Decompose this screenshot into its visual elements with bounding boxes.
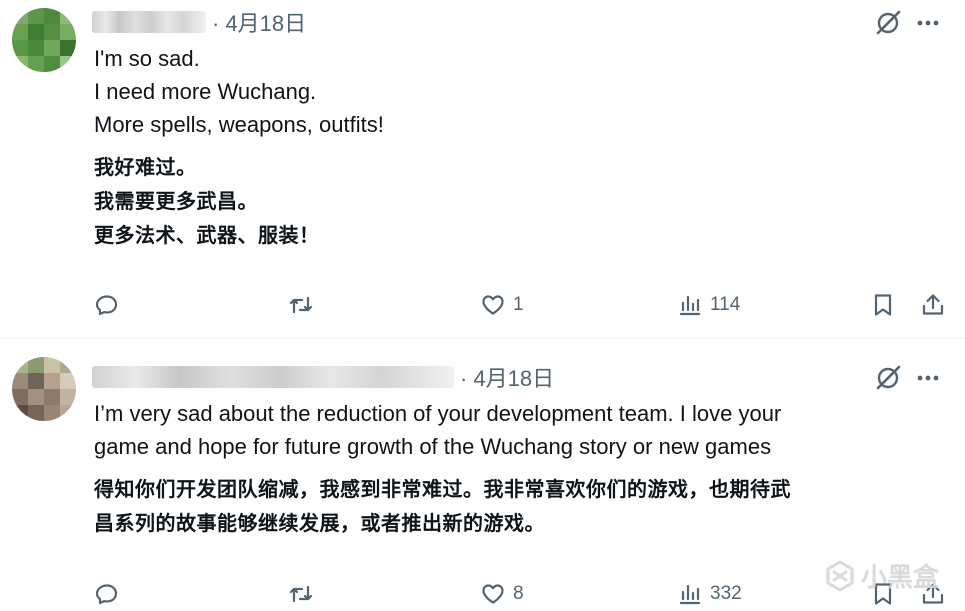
like-count: 8 [513,583,524,604]
avatar[interactable] [12,357,76,421]
like-icon [482,584,504,604]
bookmark-button[interactable] [870,288,896,322]
text-line: 昌系列的故事能够继续发展，或者推出新的游戏。 [94,513,545,535]
text-line: 更多法术、武器、服装！ [94,225,320,247]
like-button[interactable]: 1 [480,288,524,322]
text-line: game and hope for future growth of the W… [94,434,772,459]
more-icon[interactable] [913,8,943,38]
action-bar: 1 114 [94,288,947,322]
watermark: 小黑盒 [823,557,939,594]
text-line: I’m very sad about the reduction of your… [94,401,782,426]
text-line: 我好难过。 [94,157,197,179]
action-bar: 8 332 [94,577,947,611]
views-icon [679,584,701,605]
grok-icon[interactable] [873,363,903,393]
like-icon [482,295,504,315]
text-line: 得知你们开发团队缩减，我感到非常难过。我非常喜欢你们的游戏，也期待武 [94,479,791,501]
retweet-button[interactable] [288,577,314,611]
tweet-text: I’m very sad about the reduction of your… [94,397,895,541]
view-count: 332 [710,583,742,604]
tweet-date[interactable]: · 4月18日 [460,361,554,393]
translation: 得知你们开发团队缩减，我感到非常难过。我非常喜欢你们的游戏，也期待武 昌系列的故… [94,473,895,541]
bookmark-icon [874,294,892,316]
view-count: 114 [710,294,741,315]
text-line: I'm so sad. [94,46,200,71]
tweet-header: · 4月18日 [92,363,554,391]
blurred-username[interactable] [92,366,454,388]
reply-button[interactable] [94,577,120,611]
translation: 我好难过。 我需要更多武昌。 更多法术、武器、服装！ [94,151,895,253]
retweet-icon [289,585,313,603]
views-button[interactable]: 332 [677,577,742,611]
tweet-1[interactable]: · 4月18日 I'm so sad. I need more Wuchang.… [0,0,965,339]
tweet-header: · 4月18日 [92,8,306,36]
tweet-2[interactable]: · 4月18日 I’m very sad about the reduction… [0,339,965,610]
share-icon [922,294,944,315]
more-icon[interactable] [913,363,943,393]
grok-icon[interactable] [873,8,903,38]
heybox-logo-icon [826,560,854,591]
reply-icon [95,295,118,316]
tweet-text: I'm so sad. I need more Wuchang. More sp… [94,42,895,253]
reply-icon [95,584,118,605]
like-button[interactable]: 8 [480,577,524,611]
share-button[interactable] [920,288,946,322]
text-line: More spells, weapons, outfits! [94,112,384,137]
reply-button[interactable] [94,288,120,322]
like-count: 1 [513,294,524,315]
text-line: 我需要更多武昌。 [94,191,258,213]
blurred-username[interactable] [92,11,206,33]
tweet-date[interactable]: · 4月18日 [212,6,306,38]
text-line: I need more Wuchang. [94,79,317,104]
watermark-text: 小黑盒 [860,562,939,592]
retweet-button[interactable] [288,288,314,322]
views-icon [679,295,701,316]
views-button[interactable]: 114 [677,288,740,322]
avatar[interactable] [12,8,76,72]
retweet-icon [289,296,313,314]
